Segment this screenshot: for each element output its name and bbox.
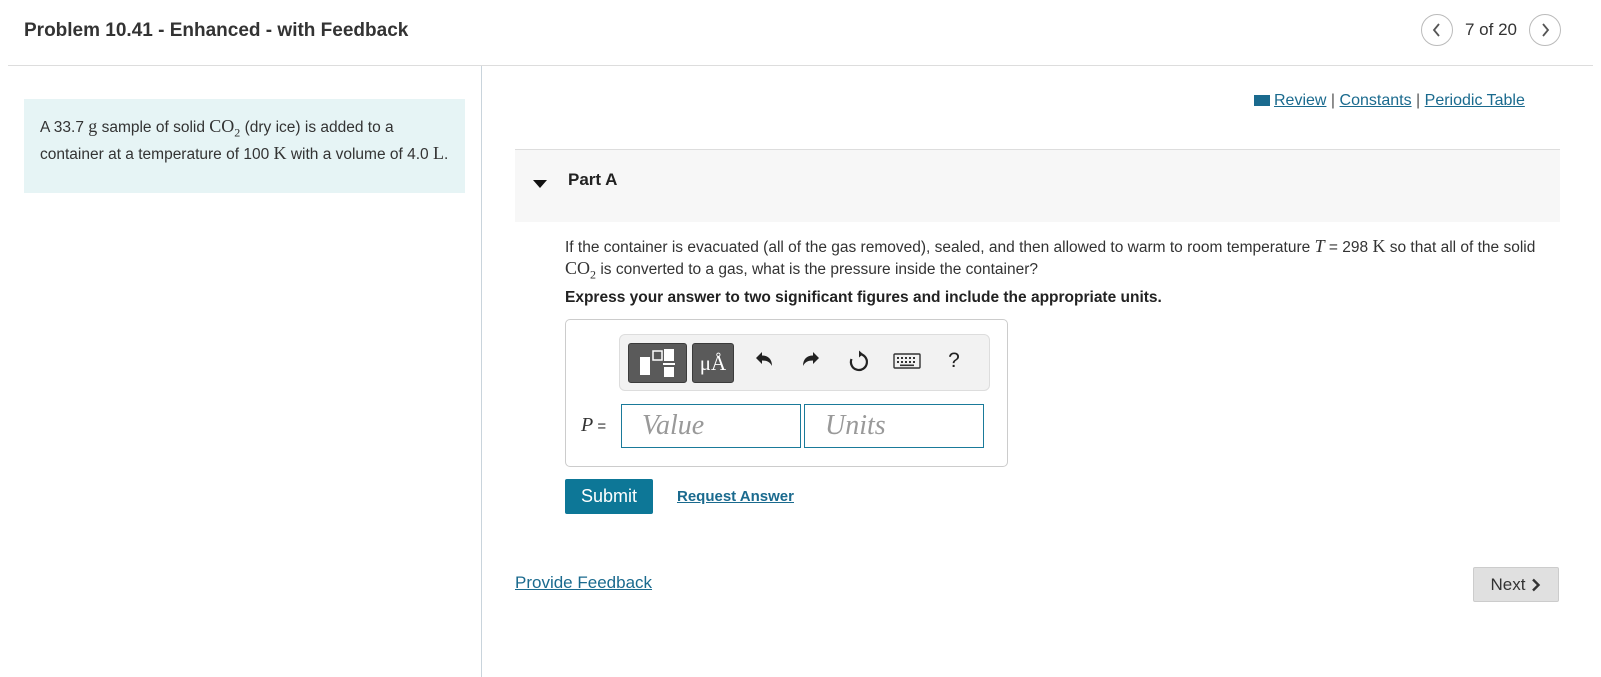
answer-variable: P = — [581, 414, 606, 437]
keyboard-icon — [893, 353, 921, 369]
part-label: Part A — [568, 170, 618, 189]
question-part: so that all of the solid — [1385, 239, 1536, 256]
column-divider — [481, 66, 482, 677]
caret-down-icon[interactable] — [533, 180, 547, 188]
book-icon — [1254, 95, 1270, 106]
units-field[interactable] — [825, 405, 983, 447]
math-var-t: T — [1315, 236, 1325, 256]
templates-button[interactable] — [628, 343, 687, 383]
undo-icon — [756, 352, 772, 366]
header-divider — [8, 65, 1593, 66]
reset-button[interactable] — [845, 350, 873, 380]
reset-icon — [849, 350, 868, 372]
link-separator: | — [1330, 92, 1336, 109]
question-part: If the container is evacuated (all of th… — [565, 239, 1315, 256]
request-answer-link[interactable]: Request Answer — [677, 488, 794, 505]
chevron-right-icon — [1532, 578, 1541, 591]
answer-box: μÅ ? P = — [565, 319, 1008, 467]
intro-text: . — [443, 145, 449, 163]
constants-link[interactable]: Constants — [1340, 92, 1412, 109]
next-button[interactable]: Next — [1473, 567, 1559, 602]
value-input[interactable] — [621, 404, 801, 448]
units-input[interactable] — [804, 404, 984, 448]
units-button-label: μÅ — [699, 350, 727, 375]
part-a-header[interactable]: Part A — [515, 149, 1560, 222]
intro-text: sample of solid — [97, 119, 210, 136]
undo-button[interactable] — [750, 350, 778, 378]
chevron-right-icon — [1542, 23, 1550, 37]
question-part: is converted to a gas, what is the press… — [596, 261, 1039, 278]
submit-button[interactable]: Submit — [565, 479, 653, 514]
intro-text: with a volume of 4.0 — [286, 145, 433, 163]
math-co2: CO2 — [565, 258, 596, 282]
keyboard-button[interactable] — [891, 350, 923, 376]
page-title: Problem 10.41 - Enhanced - with Feedback — [24, 20, 409, 41]
chevron-left-icon — [1432, 23, 1440, 37]
math-unit-g: g — [88, 116, 98, 136]
resource-links: Review | Constants | Periodic Table — [1254, 92, 1525, 110]
answer-variable-symbol: P — [581, 414, 594, 436]
prev-button[interactable] — [1421, 14, 1453, 46]
header: Problem 10.41 - Enhanced - with Feedback… — [0, 0, 1601, 66]
link-separator: | — [1416, 92, 1421, 109]
periodic-table-link[interactable]: Periodic Table — [1425, 92, 1525, 109]
math-co2: CO2 — [209, 116, 240, 140]
templates-icon — [639, 349, 675, 377]
value-field[interactable] — [642, 405, 800, 447]
math-co: CO — [565, 258, 591, 278]
math-toolbar: μÅ ? — [619, 334, 990, 391]
provide-feedback-link[interactable]: Provide Feedback — [515, 573, 652, 593]
review-link[interactable]: Review — [1274, 92, 1326, 109]
help-button[interactable]: ? — [940, 349, 968, 373]
redo-button[interactable] — [797, 350, 825, 378]
question-part: = 298 — [1324, 239, 1373, 256]
next-button-label: Next — [1490, 574, 1526, 594]
pager: 7 of 20 — [1421, 14, 1561, 46]
page-counter: 7 of 20 — [1465, 20, 1517, 39]
equals-sign: = — [593, 418, 607, 435]
math-unit-l: L — [432, 142, 444, 163]
math-unit-k: K — [273, 142, 287, 163]
units-button[interactable]: μÅ — [692, 343, 734, 383]
problem-intro: A 33.7 g sample of solid CO2 (dry ice) i… — [24, 99, 465, 193]
math-italic-t: T — [1314, 236, 1325, 256]
question-text: If the container is evacuated (all of th… — [565, 236, 1565, 285]
math-unit-k: K — [1372, 236, 1386, 256]
instruction-text: Express your answer to two significant f… — [565, 289, 1162, 306]
intro-text: A 33.7 — [40, 119, 89, 136]
math-co: CO — [209, 116, 235, 136]
redo-icon — [803, 352, 819, 366]
next-page-button[interactable] — [1529, 14, 1561, 46]
